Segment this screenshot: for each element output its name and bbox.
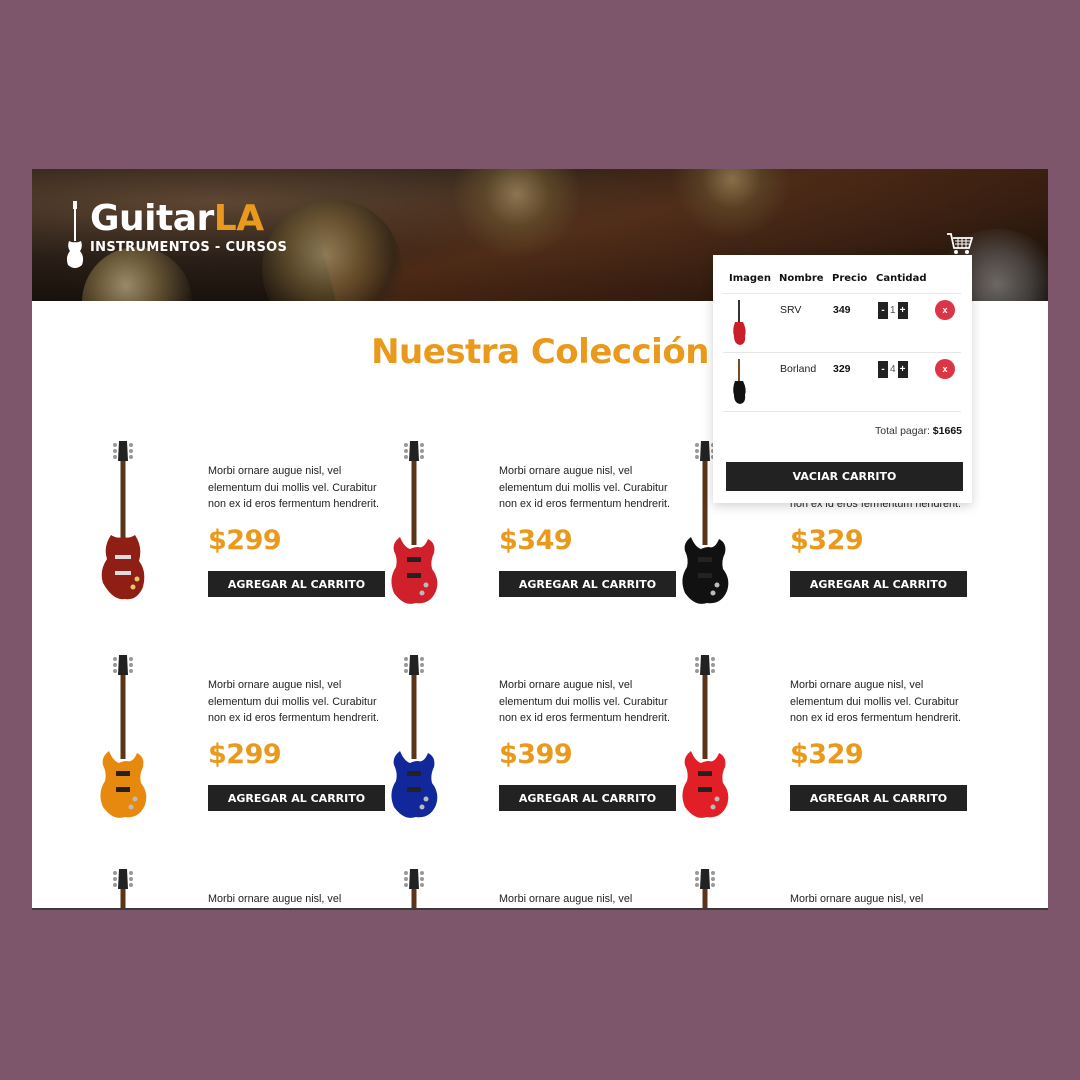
guitar-image bbox=[101, 441, 145, 600]
guitar-image bbox=[404, 869, 424, 908]
logo-tagline: INSTRUMENTOS - CURSOS bbox=[90, 239, 288, 255]
cart-icon[interactable] bbox=[946, 232, 974, 256]
guitar-image bbox=[113, 869, 133, 908]
cart-item-price: 349 bbox=[833, 304, 851, 316]
cart-item-name: Borland bbox=[780, 363, 817, 375]
cart-row: Borland 329 - 4 + x bbox=[723, 352, 961, 411]
increment-button[interactable]: + bbox=[897, 302, 908, 319]
cart-item-price: 329 bbox=[833, 363, 851, 375]
guitar-image bbox=[100, 655, 147, 818]
cart-total-value: $1665 bbox=[932, 425, 962, 437]
cart-total: Total pagar: $1665 bbox=[875, 425, 962, 437]
product-description: Morbi ornare augue nisl, vel elementum d… bbox=[790, 893, 924, 905]
cart-col-image: Imagen bbox=[729, 273, 771, 284]
decrement-button[interactable]: - bbox=[878, 302, 888, 319]
product-price: $349 bbox=[499, 525, 573, 556]
cart-dropdown: Imagen Nombre Precio Cantidad SRV 349 - … bbox=[713, 255, 972, 503]
guitar-image bbox=[391, 441, 438, 604]
quantity-value: 1 bbox=[890, 305, 896, 316]
decrement-button[interactable]: - bbox=[878, 361, 888, 378]
browser-viewport: GuitarLA INSTRUMENTOS - CURSOS Nuestra C… bbox=[32, 169, 1048, 910]
cart-col-price: Precio bbox=[832, 273, 868, 284]
add-to-cart-button[interactable]: AGREGAR AL CARRITO bbox=[790, 571, 967, 597]
cart-total-label: Total pagar: bbox=[875, 425, 930, 437]
guitar-image bbox=[391, 655, 438, 818]
logo-title: GuitarLA bbox=[90, 198, 264, 239]
product-card: Morbi ornare augue nisl, vel elementum d… bbox=[660, 653, 967, 833]
product-price: $329 bbox=[790, 525, 864, 556]
product-card: Morbi ornare augue nisl, vel elementum d… bbox=[369, 653, 676, 833]
add-to-cart-button[interactable]: AGREGAR AL CARRITO bbox=[208, 571, 385, 597]
add-to-cart-button[interactable]: AGREGAR AL CARRITO bbox=[790, 785, 967, 811]
cart-col-quantity: Cantidad bbox=[876, 273, 927, 284]
add-to-cart-button[interactable]: AGREGAR AL CARRITO bbox=[208, 785, 385, 811]
product-card-partial: Morbi ornare augue nisl, vel elementum d… bbox=[78, 867, 358, 908]
cart-item-name: SRV bbox=[780, 304, 802, 316]
product-description: Morbi ornare augue nisl, vel elementum d… bbox=[499, 465, 671, 511]
add-to-cart-button[interactable]: AGREGAR AL CARRITO bbox=[499, 785, 676, 811]
guitar-image bbox=[695, 869, 715, 908]
product-card-partial: Morbi ornare augue nisl, vel elementum d… bbox=[660, 867, 940, 908]
product-description: Morbi ornare augue nisl, vel elementum d… bbox=[208, 679, 380, 725]
guitar-logo-icon bbox=[66, 201, 84, 268]
increment-button[interactable]: + bbox=[897, 361, 908, 378]
cart-item-thumbnail bbox=[733, 359, 746, 404]
product-price: $299 bbox=[208, 739, 282, 770]
product-price: $299 bbox=[208, 525, 282, 556]
product-description: Morbi ornare augue nisl, vel elementum d… bbox=[499, 679, 671, 725]
cart-divider bbox=[723, 411, 961, 412]
product-card: Morbi ornare augue nisl, vel elementum d… bbox=[369, 439, 676, 619]
product-price: $399 bbox=[499, 739, 573, 770]
product-card: Morbi ornare augue nisl, vel elementum d… bbox=[78, 653, 385, 833]
product-card: Morbi ornare augue nisl, vel elementum d… bbox=[78, 439, 385, 619]
remove-item-button[interactable]: x bbox=[935, 300, 955, 320]
guitar-image bbox=[682, 655, 729, 818]
add-to-cart-button[interactable]: AGREGAR AL CARRITO bbox=[499, 571, 676, 597]
quantity-stepper: - 4 + bbox=[878, 361, 908, 378]
product-card-partial: Morbi ornare augue nisl, vel elementum d… bbox=[369, 867, 649, 908]
quantity-stepper: - 1 + bbox=[878, 302, 908, 319]
cart-row: SRV 349 - 1 + x bbox=[723, 293, 961, 352]
product-description: Morbi ornare augue nisl, vel elementum d… bbox=[499, 893, 633, 905]
product-description: Morbi ornare augue nisl, vel elementum d… bbox=[790, 679, 962, 725]
empty-cart-button[interactable]: VACIAR CARRITO bbox=[726, 462, 963, 491]
product-description: Morbi ornare augue nisl, vel elementum d… bbox=[208, 893, 342, 905]
product-description: Morbi ornare augue nisl, vel elementum d… bbox=[208, 465, 380, 511]
cart-col-name: Nombre bbox=[779, 273, 824, 284]
cart-item-thumbnail bbox=[733, 300, 746, 345]
product-price: $329 bbox=[790, 739, 864, 770]
logo[interactable]: GuitarLA INSTRUMENTOS - CURSOS bbox=[64, 199, 287, 269]
remove-item-button[interactable]: x bbox=[935, 359, 955, 379]
quantity-value: 4 bbox=[890, 364, 896, 375]
